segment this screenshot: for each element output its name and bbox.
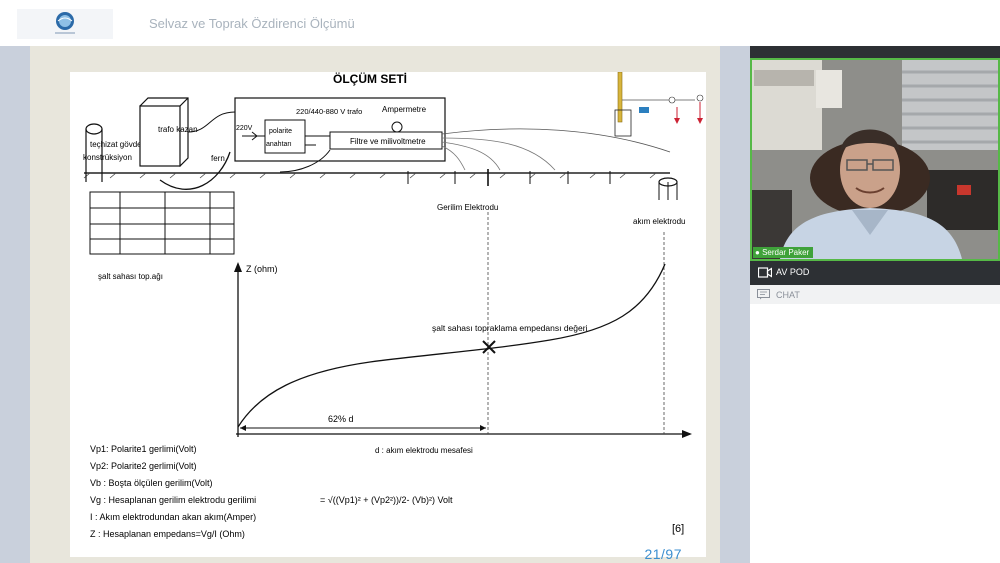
microphone-icon: ● bbox=[755, 248, 760, 257]
label-trafo-kazan: trafo kazan bbox=[158, 125, 198, 134]
av-pod-bar[interactable]: AV POD bbox=[750, 261, 1000, 285]
label-z-axis: Z (ohm) bbox=[246, 264, 278, 274]
label-konstruksiyon: konstrüksiyon bbox=[83, 153, 132, 162]
chat-icon bbox=[757, 289, 770, 300]
label-anahtar: anahtarı bbox=[266, 141, 292, 148]
label-polarite: polarite bbox=[269, 128, 292, 135]
label-akim-elektrodu: akım elektrodu bbox=[633, 217, 685, 226]
right-panel: ● Serdar Paker AV POD CHAT bbox=[750, 46, 1000, 563]
video-camera-icon bbox=[758, 267, 772, 278]
presenter-name: Serdar Paker bbox=[762, 248, 810, 257]
chat-label: CHAT bbox=[776, 290, 800, 300]
label-d-axis: d : akım elektrodu mesafesi bbox=[375, 446, 473, 455]
legend-vb: Vb : Boşta ölçülen gerilim(Volt) bbox=[90, 478, 213, 488]
legend-z: Z : Hesaplanan empedans=Vg/I (Ohm) bbox=[90, 529, 245, 539]
label-filtre: Filtre ve milivoltmetre bbox=[350, 137, 426, 146]
legend-i: I : Akım elektrodundan akan akım(Amper) bbox=[90, 512, 256, 522]
legend-vp1: Vp1: Polarite1 gerlimi(Volt) bbox=[90, 444, 197, 454]
citation: [6] bbox=[672, 523, 684, 535]
label-techizat: teçhizat gövdesi bbox=[90, 140, 148, 149]
label-fern: fern bbox=[211, 154, 225, 163]
page-counter: 21/97 bbox=[644, 546, 682, 562]
vg-formula: = √((Vp1)² + (Vp2²))/2- (Vb)²) Volt bbox=[320, 495, 453, 505]
av-pod-label: AV POD bbox=[776, 267, 810, 277]
label-gerilim-elektrodu: Gerilim Elektrodu bbox=[437, 203, 498, 212]
presenter-image bbox=[752, 60, 998, 259]
presentation-title: Selvaz ve Toprak Özdirenci Ölçümü bbox=[149, 16, 355, 31]
top-header: Selvaz ve Toprak Özdirenci Ölçümü bbox=[0, 0, 1000, 46]
slide-content: ÖLÇÜM SETİ teçhizat gövdesi konstrüksiyo… bbox=[70, 71, 706, 557]
inset-schematic bbox=[614, 71, 704, 137]
presenter-name-tag: ● Serdar Paker bbox=[753, 247, 814, 258]
label-empedans: şalt sahası topraklama empedansı değeri bbox=[432, 323, 588, 333]
diagram-heading: ÖLÇÜM SETİ bbox=[333, 72, 407, 86]
label-voltage-trafo: 220/440-880 V trafo bbox=[296, 107, 362, 116]
legend-vp2: Vp2: Polarite2 gerlimi(Volt) bbox=[90, 461, 197, 471]
video-pod-header bbox=[750, 46, 1000, 58]
institution-logo bbox=[17, 9, 113, 39]
chat-bar[interactable]: CHAT bbox=[750, 285, 1000, 304]
presenter-video[interactable]: ● Serdar Paker bbox=[750, 58, 1000, 261]
label-ampermetre: Ampermetre bbox=[382, 105, 427, 114]
label-220v: 220V bbox=[236, 125, 253, 132]
label-salt-sahasi: şalt sahası top.ağı bbox=[98, 272, 163, 281]
presentation-stage: ÖLÇÜM SETİ teçhizat gövdesi konstrüksiyo… bbox=[0, 46, 750, 563]
measurement-diagram: ÖLÇÜM SETİ teçhizat gövdesi konstrüksiyo… bbox=[83, 71, 704, 539]
label-62-percent: 62% d bbox=[328, 414, 354, 424]
legend-vg: Vg : Hesaplanan gerilim elektrodu gerili… bbox=[90, 495, 256, 505]
slide-frame: ÖLÇÜM SETİ teçhizat gövdesi konstrüksiyo… bbox=[30, 46, 720, 563]
